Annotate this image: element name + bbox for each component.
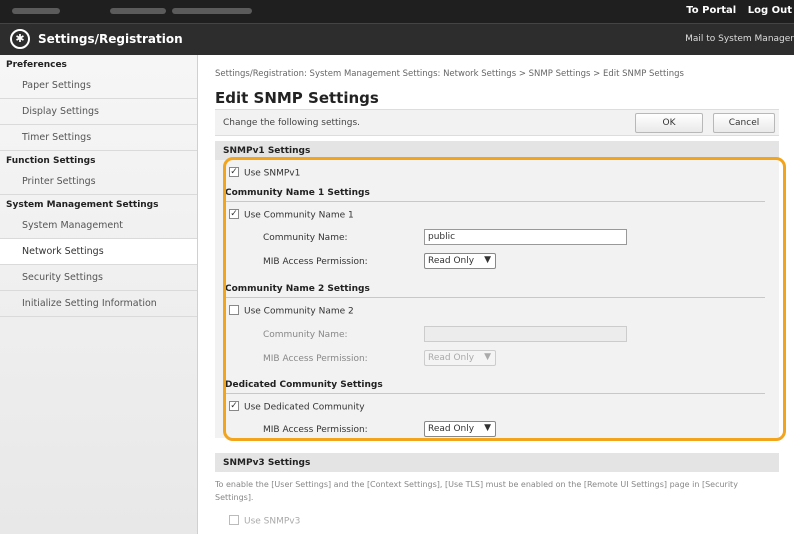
snmpv3-note: To enable the [User Settings] and the [C… (215, 480, 738, 502)
mail-system-manager-link[interactable]: Mail to System Manager (685, 34, 794, 44)
use-snmpv3-checkbox[interactable] (229, 515, 239, 525)
use-snmpv1-label: Use SNMPv1 (244, 168, 301, 179)
sidebar-item-system-management[interactable]: System Management (0, 213, 197, 239)
instruction-text: Change the following settings. (223, 118, 361, 128)
blurred-device-name (12, 8, 60, 14)
snmpv1-settings-area: ✓ Use SNMPv1 Community Name 1 Settings ✓ U… (215, 160, 779, 438)
use-community-name-1-checkbox[interactable]: ✓ (229, 209, 239, 219)
to-portal-link[interactable]: To Portal (686, 5, 736, 16)
community-1-mib-label: MIB Access Permission: (263, 257, 368, 267)
use-dedicated-community-checkbox[interactable]: ✓ (229, 401, 239, 411)
use-community-name-2-label: Use Community Name 2 (244, 306, 354, 317)
sidebar-item-timer-settings[interactable]: Timer Settings (0, 125, 197, 151)
use-snmpv1-checkbox[interactable]: ✓ (229, 167, 239, 177)
use-community-name-2-row[interactable]: Use Community Name 2 (229, 305, 354, 317)
community-2-mib-value: Read Only (428, 353, 475, 363)
use-community-name-1-label: Use Community Name 1 (244, 210, 354, 221)
sidebar-item-network-settings[interactable]: Network Settings (0, 239, 197, 265)
use-snmpv3-row[interactable]: Use SNMPv3 (229, 515, 301, 527)
community-name-2-input[interactable] (424, 326, 627, 342)
community-1-mib-value: Read Only (428, 256, 475, 266)
header-bar: ✱ Settings/Registration Mail to System M… (0, 23, 794, 55)
sidebar-heading-preferences: Preferences (6, 60, 67, 70)
dedicated-mib-select[interactable]: Read Only ▼ (424, 421, 496, 437)
sidebar-item-printer-settings[interactable]: Printer Settings (0, 169, 197, 195)
instruction-bar: Change the following settings. OK Cancel (215, 109, 779, 136)
use-snmpv1-row[interactable]: ✓ Use SNMPv1 (229, 167, 301, 179)
community-2-mib-select[interactable]: Read Only ▼ (424, 350, 496, 366)
cancel-button[interactable]: Cancel (713, 113, 775, 133)
dedicated-community-heading: Dedicated Community Settings (225, 380, 765, 394)
snmpv1-section-title: SNMPv1 Settings (215, 141, 779, 160)
sidebar-heading-system-management-settings: System Management Settings (6, 200, 159, 210)
snmpv3-section-title: SNMPv3 Settings (215, 453, 779, 472)
community-name-2-heading: Community Name 2 Settings (225, 284, 765, 298)
blurred-device-info (110, 8, 166, 14)
sidebar: Preferences Paper Settings Display Setti… (0, 55, 198, 534)
top-bar: To Portal Log Out (0, 0, 794, 23)
community-2-mib-label: MIB Access Permission: (263, 354, 368, 364)
community-name-1-heading: Community Name 1 Settings (225, 188, 765, 202)
top-links: To Portal Log Out (678, 5, 792, 16)
use-community-name-2-checkbox[interactable] (229, 305, 239, 315)
community-name-2-label: Community Name: (263, 330, 348, 340)
dedicated-mib-label: MIB Access Permission: (263, 425, 368, 435)
dedicated-mib-value: Read Only (428, 424, 475, 434)
use-dedicated-community-row[interactable]: ✓ Use Dedicated Community (229, 401, 365, 413)
chevron-down-icon: ▼ (484, 255, 491, 265)
sidebar-item-paper-settings[interactable]: Paper Settings (0, 73, 197, 99)
breadcrumb: Settings/Registration: System Management… (215, 69, 684, 79)
sidebar-item-initialize-setting-information[interactable]: Initialize Setting Information (0, 291, 197, 317)
page-title: Edit SNMP Settings (215, 89, 379, 107)
sidebar-heading-function-settings: Function Settings (6, 156, 96, 166)
chevron-down-icon: ▼ (484, 352, 491, 362)
sidebar-item-display-settings[interactable]: Display Settings (0, 99, 197, 125)
ok-button[interactable]: OK (635, 113, 703, 133)
use-dedicated-community-label: Use Dedicated Community (244, 402, 365, 413)
sidebar-item-security-settings[interactable]: Security Settings (0, 265, 197, 291)
settings-gear-icon: ✱ (10, 29, 30, 49)
use-community-name-1-row[interactable]: ✓ Use Community Name 1 (229, 209, 354, 221)
log-out-link[interactable]: Log Out (748, 5, 792, 16)
community-name-1-label: Community Name: (263, 233, 348, 243)
main-content: Settings/Registration: System Management… (198, 55, 794, 534)
blurred-device-info (172, 8, 252, 14)
use-snmpv3-label: Use SNMPv3 (244, 516, 301, 527)
app-title: Settings/Registration (38, 32, 183, 46)
community-name-1-input[interactable]: public (424, 229, 627, 245)
community-1-mib-select[interactable]: Read Only ▼ (424, 253, 496, 269)
chevron-down-icon: ▼ (484, 423, 491, 433)
